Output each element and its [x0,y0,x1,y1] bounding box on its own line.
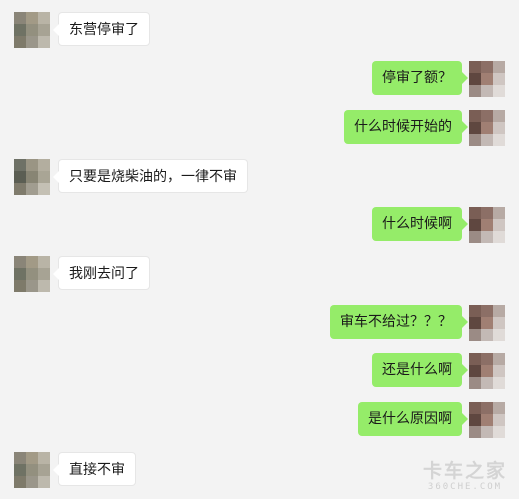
message-text: 什么时候啊 [382,216,452,232]
watermark-main-text: 卡车之家 [422,460,507,482]
message-row-outgoing: 停审了额？ [0,61,519,99]
contact-avatar[interactable] [14,452,50,488]
message-bubble[interactable]: 什么时候啊 [372,207,468,241]
message-text: 我刚去问了 [69,266,139,282]
message-row-outgoing: 是什么原因啊 [0,402,519,440]
message-bubble[interactable]: 还是什么啊 [372,353,468,387]
message-text: 审车不给过？？？ [340,314,452,330]
message-row-outgoing: 什么时候啊 [0,207,519,245]
my-avatar[interactable] [469,305,505,341]
message-text: 是什么原因啊 [368,411,452,427]
message-bubble[interactable]: 停审了额？ [372,61,468,95]
watermark-sub-text: 360CHE.COM [427,482,503,492]
message-bubble[interactable]: 什么时候开始的 [344,110,468,144]
my-avatar[interactable] [469,207,505,243]
chat-area: 东营停审了 停审了额？ 什么时候开始的 只要是烧柴油的，一律不审 什么时候啊 我… [0,0,519,499]
message-bubble[interactable]: 审车不给过？？？ [330,305,468,339]
message-text: 什么时候开始的 [354,119,452,135]
message-row-outgoing: 还是什么啊 [0,353,519,391]
contact-avatar[interactable] [14,256,50,292]
my-avatar[interactable] [469,353,505,389]
my-avatar[interactable] [469,61,505,97]
message-text: 停审了额？ [382,70,452,86]
message-row-outgoing: 什么时候开始的 [0,110,519,148]
message-row-outgoing: 审车不给过？？？ [0,305,519,343]
contact-avatar[interactable] [14,12,50,48]
message-text: 还是什么啊 [382,362,452,378]
contact-avatar[interactable] [14,159,50,195]
my-avatar[interactable] [469,110,505,146]
message-text: 东营停审了 [69,22,139,38]
watermark-logo: 卡车之家 360CHE.COM [419,460,511,493]
message-row-incoming: 我刚去问了 [0,256,519,294]
message-text: 直接不审 [69,462,125,478]
my-avatar[interactable] [469,402,505,438]
message-bubble[interactable]: 我刚去问了 [53,256,150,290]
message-text: 只要是烧柴油的，一律不审 [69,169,237,185]
message-bubble[interactable]: 只要是烧柴油的，一律不审 [53,159,248,193]
message-bubble[interactable]: 直接不审 [53,452,136,486]
message-row-incoming: 只要是烧柴油的，一律不审 [0,159,519,197]
message-row-incoming: 东营停审了 [0,12,519,50]
message-bubble[interactable]: 东营停审了 [53,12,150,46]
message-bubble[interactable]: 是什么原因啊 [358,402,468,436]
